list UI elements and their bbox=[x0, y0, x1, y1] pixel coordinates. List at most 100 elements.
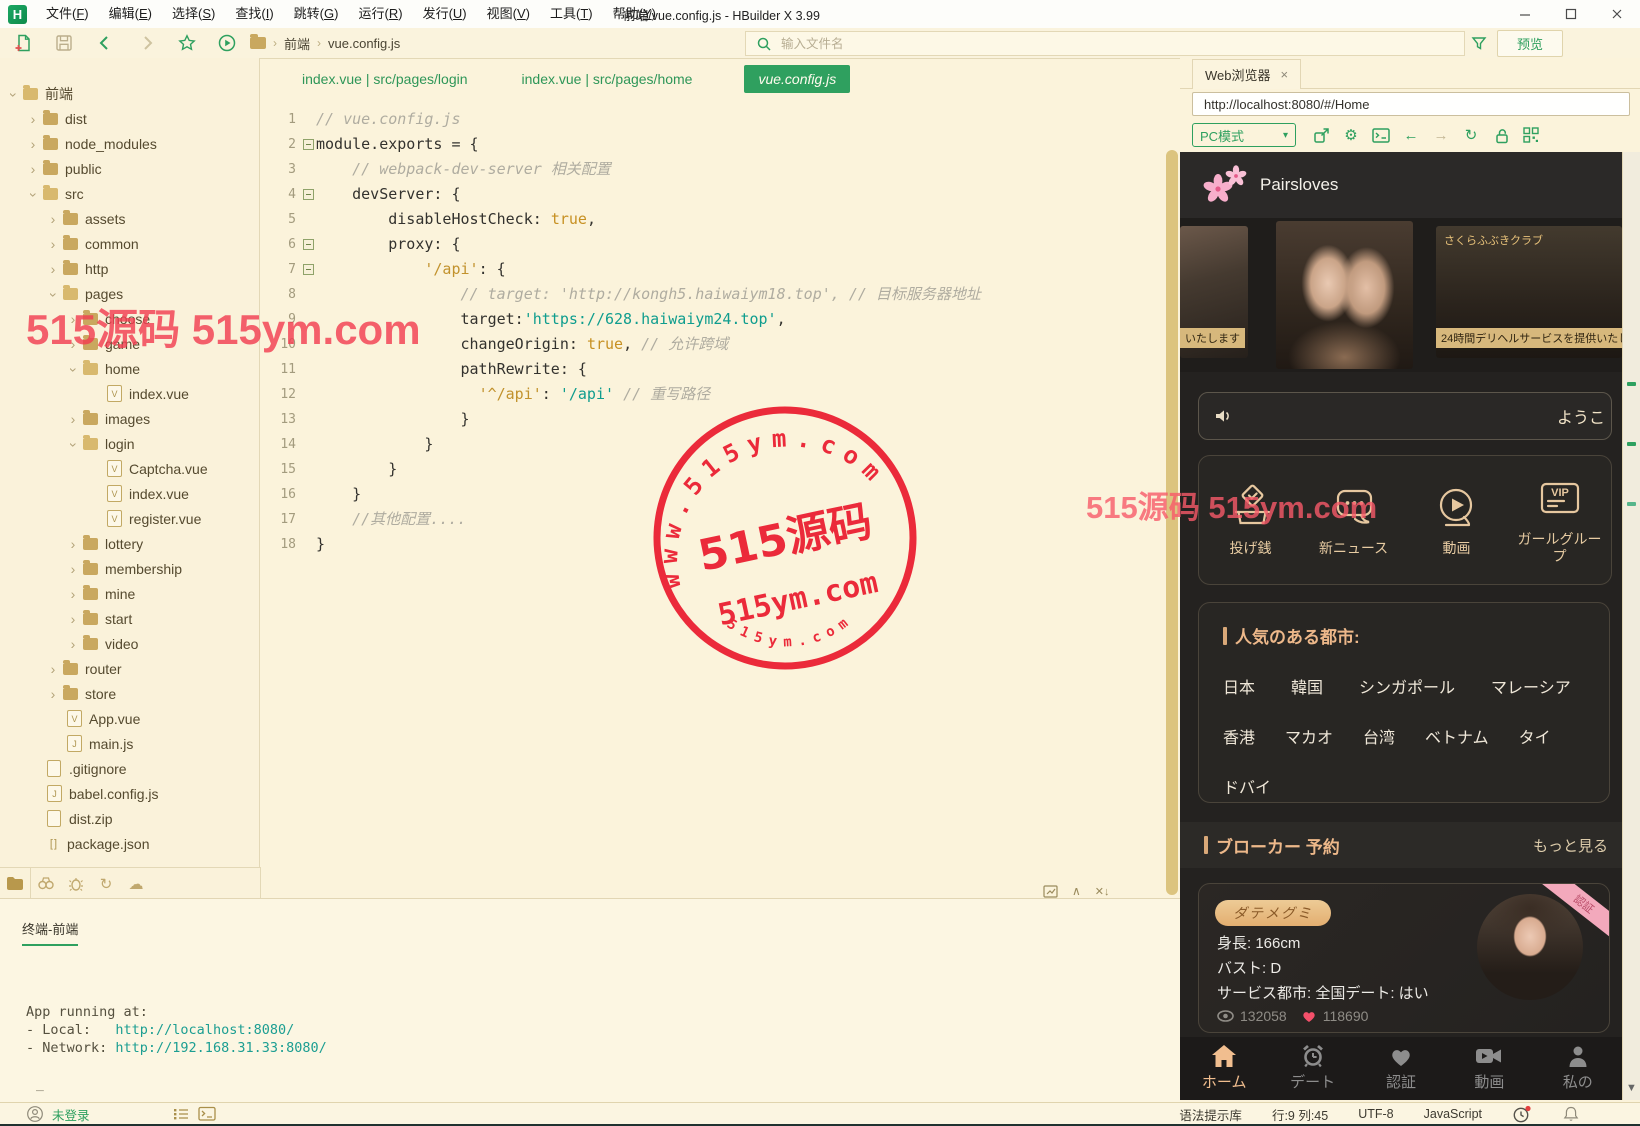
carousel-slide-active[interactable] bbox=[1276, 221, 1413, 369]
tree-item-app-vue[interactable]: App.vue bbox=[0, 706, 259, 731]
banner-carousel[interactable]: いたします さくらふぶきクラブ 24時間デリヘルサービスを提供いたし bbox=[1180, 218, 1622, 372]
chevron-right-icon[interactable]: › bbox=[46, 686, 60, 702]
terminal-collapse-icon[interactable]: ∧ bbox=[1072, 884, 1081, 898]
tree-item-login-index[interactable]: index.vue bbox=[0, 481, 259, 506]
tree-item-register[interactable]: register.vue bbox=[0, 506, 259, 531]
language-label[interactable]: JavaScript bbox=[1424, 1107, 1482, 1121]
tree-item-images[interactable]: › images bbox=[0, 406, 259, 431]
tree-item-main-js[interactable]: main.js bbox=[0, 731, 259, 756]
city-link[interactable]: 日本 bbox=[1223, 674, 1255, 698]
menu-publish[interactable]: 发行(U) bbox=[413, 0, 477, 28]
chevron-down-icon[interactable]: › bbox=[66, 437, 82, 451]
scroll-down-arrow-icon[interactable]: ▼ bbox=[1626, 1082, 1637, 1094]
maximize-button[interactable] bbox=[1548, 0, 1594, 27]
tree-item-home-index[interactable]: index.vue bbox=[0, 381, 259, 406]
tree-item-store[interactable]: › store bbox=[0, 681, 259, 706]
cloud-view-icon[interactable]: ☁ bbox=[121, 868, 151, 899]
chevron-right-icon[interactable]: › bbox=[46, 236, 60, 252]
menu-run[interactable]: 运行(R) bbox=[348, 0, 412, 28]
chevron-right-icon[interactable]: › bbox=[26, 161, 40, 177]
tree-item-project[interactable]: › 前端 bbox=[0, 81, 259, 106]
tree-item-dist-zip[interactable]: dist.zip bbox=[0, 806, 259, 831]
qr-code-icon[interactable] bbox=[1516, 123, 1546, 147]
search-input[interactable] bbox=[779, 35, 1383, 52]
chevron-right-icon[interactable]: › bbox=[66, 611, 80, 627]
file-search-box[interactable] bbox=[745, 31, 1465, 56]
fold-marker[interactable] bbox=[301, 232, 316, 257]
browser-tab[interactable]: Web浏览器 × bbox=[1192, 59, 1302, 89]
chevron-right-icon[interactable]: › bbox=[66, 586, 80, 602]
menu-tools[interactable]: 工具(T) bbox=[540, 0, 603, 28]
filter-icon[interactable] bbox=[1468, 32, 1490, 54]
debug-view-icon[interactable] bbox=[61, 868, 91, 899]
tree-item-home[interactable]: › home bbox=[0, 356, 259, 381]
search-view-icon[interactable] bbox=[31, 868, 61, 899]
carousel-slide-left[interactable]: いたします bbox=[1180, 226, 1248, 358]
tree-item-common[interactable]: › common bbox=[0, 231, 259, 256]
tree-item-node-modules[interactable]: › node_modules bbox=[0, 131, 259, 156]
breadcrumb-file[interactable]: vue.config.js bbox=[328, 36, 400, 51]
menu-select[interactable]: 选择(S) bbox=[162, 0, 225, 28]
cursor-position[interactable]: 行:9 列:45 bbox=[1272, 1105, 1328, 1124]
chevron-right-icon[interactable]: › bbox=[66, 561, 80, 577]
chevron-down-icon[interactable]: › bbox=[6, 87, 22, 101]
nav-verify[interactable]: 認証 bbox=[1357, 1037, 1445, 1100]
tree-item-lottery[interactable]: › lottery bbox=[0, 531, 259, 556]
profile-card[interactable]: 認証 ダテメグミ 身長: 166cm バスト: D サービス都市: 全国デート:… bbox=[1198, 883, 1610, 1033]
city-link[interactable]: マレーシア bbox=[1491, 674, 1571, 698]
new-file-icon[interactable] bbox=[12, 32, 34, 54]
see-more-link[interactable]: もっと見る bbox=[1533, 835, 1608, 856]
tab-vue-config[interactable]: vue.config.js bbox=[744, 65, 851, 93]
tree-item-babel-config[interactable]: babel.config.js bbox=[0, 781, 259, 806]
console-icon[interactable] bbox=[197, 1106, 217, 1122]
tree-item-router[interactable]: › router bbox=[0, 656, 259, 681]
tree-item-captcha[interactable]: Captcha.vue bbox=[0, 456, 259, 481]
city-link[interactable]: 台湾 bbox=[1363, 724, 1395, 748]
action-girl-group[interactable]: VIP ガールグループ bbox=[1514, 475, 1606, 565]
city-link[interactable]: ドバイ bbox=[1223, 774, 1271, 798]
tree-item-mine[interactable]: › mine bbox=[0, 581, 259, 606]
device-mode-select[interactable]: PC模式 ▾ bbox=[1192, 123, 1296, 147]
run-icon[interactable] bbox=[216, 32, 238, 54]
chevron-right-icon[interactable]: › bbox=[26, 136, 40, 152]
minimize-button[interactable] bbox=[1502, 0, 1548, 27]
chevron-down-icon[interactable]: › bbox=[26, 187, 42, 201]
devtools-console-icon[interactable] bbox=[1366, 123, 1396, 147]
fold-marker[interactable] bbox=[301, 132, 316, 157]
tree-item-gitignore[interactable]: .gitignore bbox=[0, 756, 259, 781]
chevron-down-icon[interactable]: › bbox=[66, 362, 82, 376]
menu-edit[interactable]: 编辑(E) bbox=[99, 0, 162, 28]
save-icon[interactable] bbox=[53, 32, 75, 54]
city-link[interactable]: シンガポール bbox=[1359, 674, 1455, 698]
tab-home-index[interactable]: index.vue | src/pages/home bbox=[508, 65, 707, 93]
url-input[interactable] bbox=[1202, 96, 1626, 113]
terminal-export-icon[interactable] bbox=[1043, 884, 1058, 898]
close-button[interactable] bbox=[1594, 0, 1640, 27]
tree-item-membership[interactable]: › membership bbox=[0, 556, 259, 581]
unlock-icon[interactable] bbox=[1486, 123, 1516, 147]
action-video[interactable]: 動画 bbox=[1411, 484, 1503, 557]
open-external-icon[interactable] bbox=[1306, 123, 1336, 147]
city-link[interactable]: 香港 bbox=[1223, 724, 1255, 748]
close-icon[interactable]: × bbox=[1281, 67, 1289, 82]
fold-marker[interactable] bbox=[301, 182, 316, 207]
login-status[interactable]: 未登录 bbox=[52, 1105, 90, 1124]
tree-item-assets[interactable]: › assets bbox=[0, 206, 259, 231]
browser-scrollbar[interactable]: ▼ bbox=[1622, 152, 1640, 1100]
terminal-close-icon[interactable]: ✕↓ bbox=[1095, 885, 1110, 898]
city-link[interactable]: タイ bbox=[1519, 724, 1551, 748]
carousel-slide-right[interactable]: さくらふぶきクラブ 24時間デリヘルサービスを提供いたし bbox=[1436, 226, 1622, 358]
outline-icon[interactable] bbox=[172, 1106, 190, 1122]
chevron-right-icon[interactable]: › bbox=[66, 536, 80, 552]
star-icon[interactable] bbox=[176, 32, 198, 54]
tree-item-dist[interactable]: › dist bbox=[0, 106, 259, 131]
encoding-label[interactable]: UTF-8 bbox=[1358, 1107, 1393, 1121]
nav-mine[interactable]: 私の bbox=[1534, 1037, 1622, 1100]
city-link[interactable]: 韓国 bbox=[1291, 674, 1323, 698]
breadcrumb-project[interactable]: 前端 bbox=[284, 34, 310, 53]
tree-item-src[interactable]: › src bbox=[0, 181, 259, 206]
nav-date[interactable]: デート bbox=[1268, 1037, 1356, 1100]
tree-item-public[interactable]: › public bbox=[0, 156, 259, 181]
terminal-tab[interactable]: 终端-前端 bbox=[22, 919, 79, 946]
syntax-lib-label[interactable]: 语法提示库 bbox=[1179, 1105, 1242, 1124]
